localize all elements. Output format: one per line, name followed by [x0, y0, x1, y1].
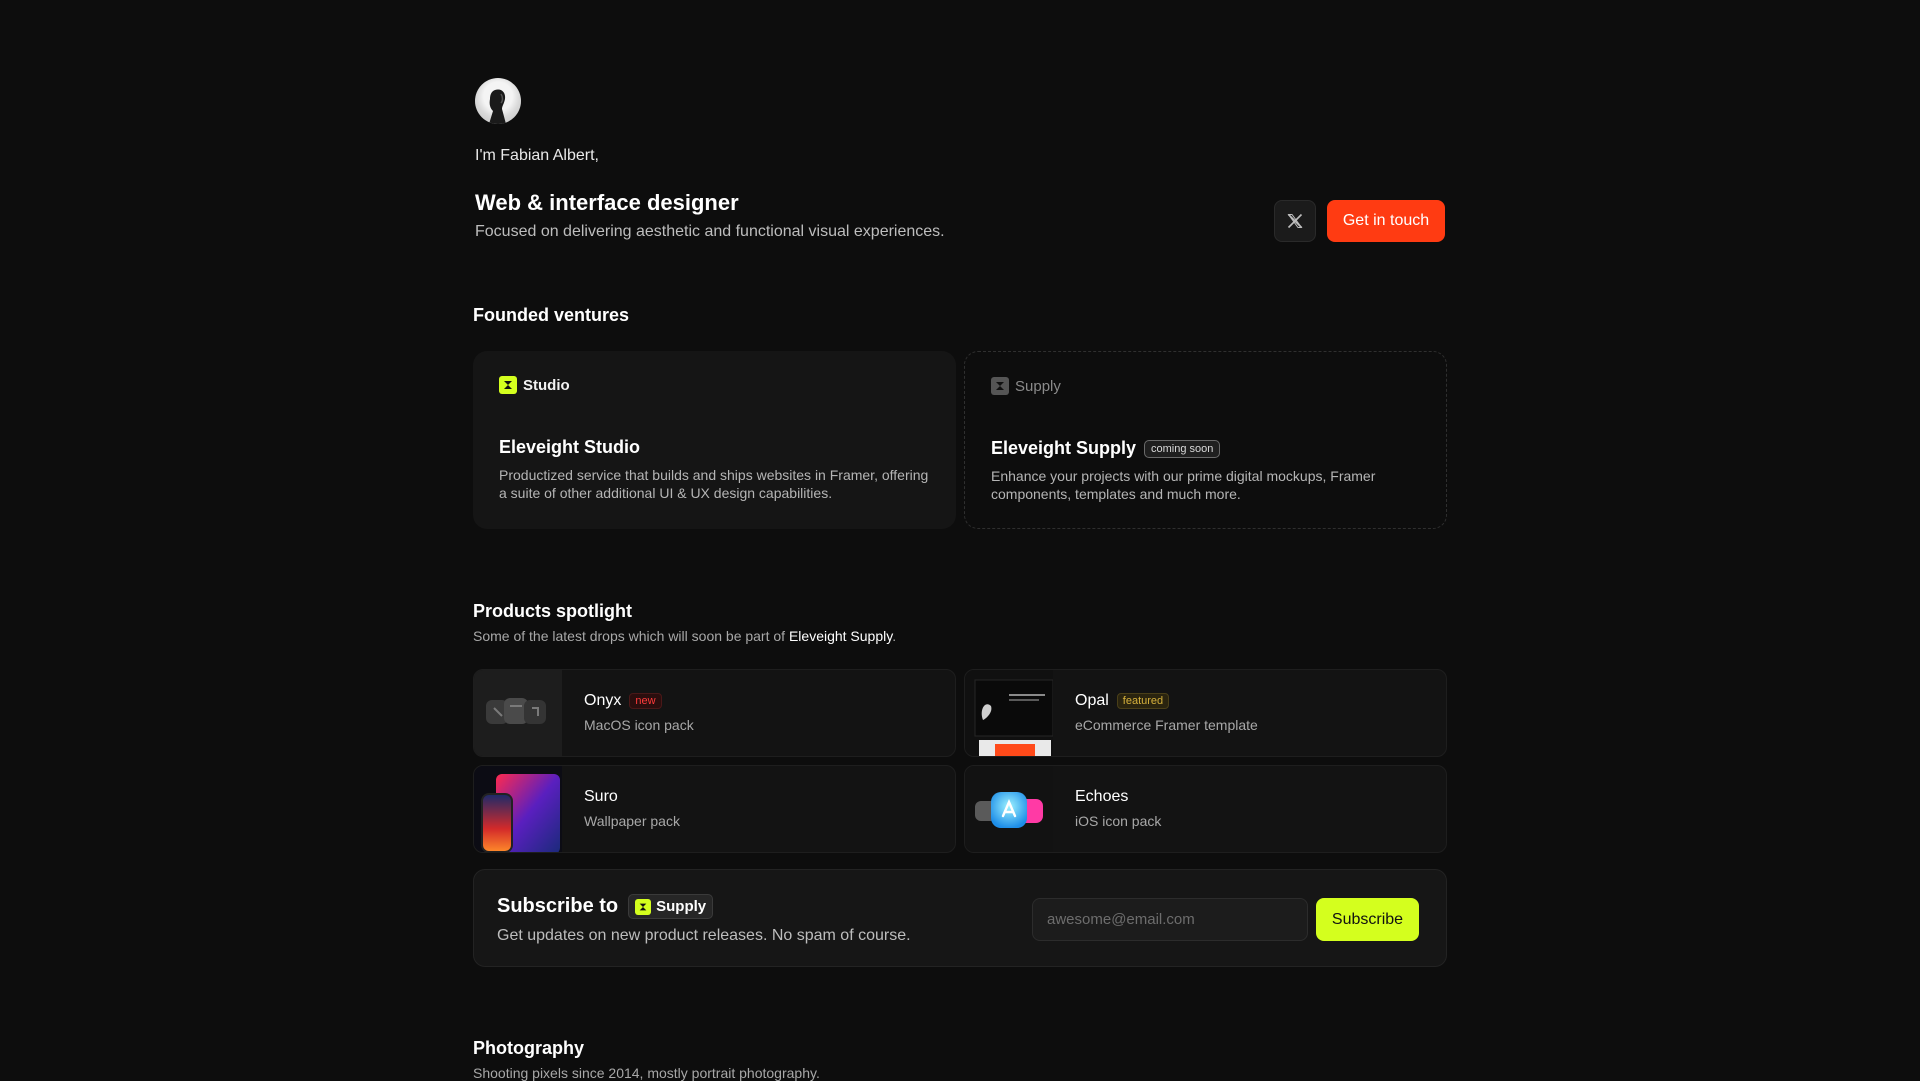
email-input[interactable] [1032, 898, 1308, 941]
product-subtitle: eCommerce Framer template [1075, 717, 1258, 733]
supply-chip: Supply [628, 894, 714, 919]
photography-subtitle: Shooting pixels since 2014, mostly portr… [473, 1065, 820, 1081]
product-name: Echoes [1075, 788, 1129, 805]
x-social-button[interactable] [1274, 200, 1316, 242]
venture-card-studio[interactable]: Studio Eleveight Studio Productized serv… [473, 351, 956, 529]
supply-chip-label: Supply [656, 898, 707, 915]
product-subtitle: Wallpaper pack [584, 813, 680, 829]
echoes-thumbnail [965, 766, 1053, 852]
subscribe-title-text: Subscribe to [497, 895, 619, 917]
venture-card-supply[interactable]: Supply Eleveight Supply coming soon Enha… [964, 351, 1447, 529]
supply-logo-text: Supply [1015, 377, 1061, 395]
avatar [475, 78, 521, 124]
eleveight-logo-icon [991, 377, 1009, 395]
tagline: Focused on delivering aesthetic and func… [475, 223, 945, 240]
venture-description: Productized service that builds and ship… [499, 467, 929, 501]
product-card-echoes[interactable]: Echoes iOS icon pack [964, 765, 1447, 853]
products-subtitle-suffix: . [892, 628, 897, 644]
get-in-touch-button[interactable]: Get in touch [1327, 200, 1445, 242]
photography-title: Photography [473, 1038, 584, 1058]
venture-title: Eleveight Studio [499, 437, 641, 457]
new-badge: new [629, 693, 662, 709]
studio-logo: Studio [499, 376, 570, 394]
venture-title-row: Eleveight Supply coming soon [991, 438, 1221, 459]
venture-title: Eleveight Supply [991, 438, 1137, 458]
eleveight-logo-icon [499, 376, 517, 394]
intro-text: I'm Fabian Albert, [475, 147, 599, 164]
product-name: Suro [584, 788, 618, 805]
subscribe-title: Subscribe to Supply [497, 894, 714, 919]
suro-thumbnail [474, 766, 562, 852]
product-name: Onyx [584, 692, 622, 709]
supply-logo: Supply [991, 377, 1061, 395]
opal-thumbnail [965, 670, 1054, 756]
eleveight-supply-link[interactable]: Eleveight Supply [789, 628, 892, 644]
products-title: Products spotlight [473, 601, 632, 621]
featured-badge: featured [1116, 693, 1170, 709]
product-card-opal[interactable]: Opal featured eCommerce Framer template [964, 669, 1447, 757]
studio-logo-text: Studio [523, 376, 570, 394]
eleveight-logo-icon [635, 898, 652, 915]
onyx-thumbnail [474, 670, 562, 756]
coming-soon-badge: coming soon [1144, 439, 1221, 458]
products-subtitle-text: Some of the latest drops which will soon… [473, 628, 786, 644]
venture-description: Enhance your projects with our prime dig… [991, 468, 1376, 502]
products-subtitle: Some of the latest drops which will soon… [473, 628, 896, 644]
subscribe-button[interactable]: Subscribe [1316, 898, 1419, 941]
subscribe-description: Get updates on new product releases. No … [497, 927, 911, 944]
subscribe-panel: Subscribe to Supply Get updates on new p… [473, 869, 1447, 967]
product-subtitle: MacOS icon pack [584, 717, 694, 733]
product-name-row: Onyx new [584, 692, 662, 710]
product-subtitle: iOS icon pack [1075, 813, 1162, 829]
product-name-row: Opal featured [1075, 692, 1170, 710]
ventures-title: Founded ventures [473, 305, 630, 325]
page: I'm Fabian Albert, Web & interface desig… [0, 0, 1920, 1081]
product-name: Opal [1075, 692, 1109, 709]
product-card-suro[interactable]: Suro Wallpaper pack [473, 765, 956, 853]
role-heading: Web & interface designer [475, 190, 739, 215]
x-logo-icon [1287, 213, 1303, 229]
product-card-onyx[interactable]: Onyx new MacOS icon pack [473, 669, 956, 757]
